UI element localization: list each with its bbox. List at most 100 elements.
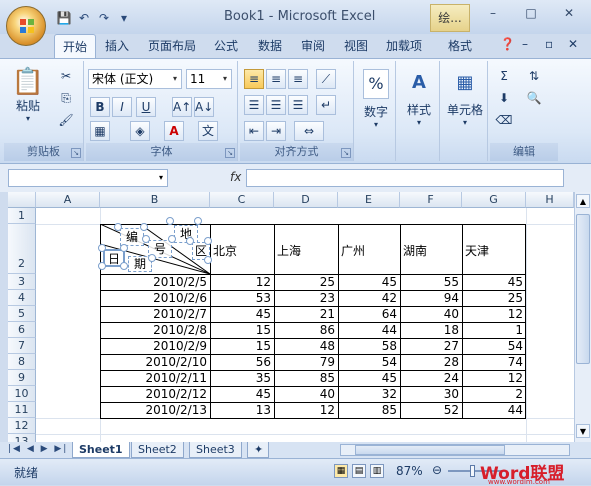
value-cell[interactable]: 35 bbox=[210, 371, 274, 386]
font-launcher-icon[interactable]: ↘ bbox=[225, 148, 235, 158]
formula-input[interactable] bbox=[246, 169, 564, 187]
column-header-e[interactable]: E bbox=[338, 192, 400, 208]
value-cell[interactable]: 1 bbox=[462, 323, 526, 338]
header-city-guangzhou[interactable]: 广州 bbox=[341, 242, 365, 259]
row-header-6[interactable]: 6 bbox=[8, 322, 36, 338]
date-cell[interactable]: 2010/2/8 bbox=[100, 323, 210, 338]
font-name-combo[interactable]: 宋体 (正文) ▾ bbox=[88, 69, 182, 89]
undo-icon[interactable]: ↶ bbox=[76, 10, 92, 26]
sheet-tab-2[interactable]: Sheet2 bbox=[131, 442, 184, 458]
value-cell[interactable]: 79 bbox=[274, 355, 338, 370]
date-cell[interactable]: 2010/2/13 bbox=[100, 403, 210, 418]
page-layout-view-icon[interactable]: ▤ bbox=[352, 464, 366, 478]
shape-handle[interactable] bbox=[168, 235, 176, 243]
normal-view-icon[interactable]: ▦ bbox=[334, 464, 348, 478]
row-header-8[interactable]: 8 bbox=[8, 354, 36, 370]
date-cell[interactable]: 2010/2/11 bbox=[100, 371, 210, 386]
value-cell[interactable]: 45 bbox=[462, 275, 526, 290]
row-header-3[interactable]: 3 bbox=[8, 274, 36, 290]
shape-handle[interactable] bbox=[140, 223, 148, 231]
align-right-icon[interactable]: ☰ bbox=[288, 95, 308, 115]
page-break-view-icon[interactable]: ▥ bbox=[370, 464, 384, 478]
zoom-out-icon[interactable]: ⊖ bbox=[432, 463, 442, 477]
header-city-beijing[interactable]: 北京 bbox=[213, 242, 237, 259]
align-middle-icon[interactable]: ≡ bbox=[266, 69, 286, 89]
row-header-9[interactable]: 9 bbox=[8, 370, 36, 386]
copy-icon[interactable]: ⎘ bbox=[56, 89, 76, 109]
value-cell[interactable]: 53 bbox=[210, 291, 274, 306]
fill-color-icon[interactable]: ◈ bbox=[130, 121, 150, 141]
shape-handle[interactable] bbox=[166, 217, 174, 225]
header-city-hunan[interactable]: 湖南 bbox=[403, 242, 427, 259]
value-cell[interactable]: 45 bbox=[338, 275, 400, 290]
office-button[interactable] bbox=[6, 6, 46, 46]
row-header-5[interactable]: 5 bbox=[8, 306, 36, 322]
value-cell[interactable]: 23 bbox=[274, 291, 338, 306]
save-icon[interactable]: 💾 bbox=[56, 10, 72, 26]
value-cell[interactable]: 30 bbox=[400, 387, 462, 402]
shape-handle[interactable] bbox=[194, 217, 202, 225]
number-button[interactable]: % 数字 ▾ bbox=[358, 69, 394, 129]
value-cell[interactable]: 27 bbox=[400, 339, 462, 354]
value-cell[interactable]: 54 bbox=[338, 355, 400, 370]
value-cell[interactable]: 32 bbox=[338, 387, 400, 402]
shape-handle[interactable] bbox=[148, 254, 156, 262]
shape-handle[interactable] bbox=[98, 244, 106, 252]
decrease-indent-icon[interactable]: ⇤ bbox=[244, 121, 264, 141]
date-cell[interactable]: 2010/2/9 bbox=[100, 339, 210, 354]
merge-center-icon[interactable]: ⇔ bbox=[294, 121, 324, 141]
shape-handle[interactable] bbox=[120, 262, 128, 270]
minimize-button[interactable]: – bbox=[474, 4, 512, 22]
column-header-f[interactable]: F bbox=[400, 192, 462, 208]
zoom-level[interactable]: 87% bbox=[396, 464, 423, 478]
tab-insert[interactable]: 插入 bbox=[105, 37, 129, 54]
sheet-tab-3[interactable]: Sheet3 bbox=[189, 442, 242, 458]
orientation-icon[interactable]: ⟋ bbox=[316, 69, 336, 89]
insert-sheet-icon[interactable]: ✦ bbox=[247, 442, 269, 458]
tab-page-layout[interactable]: 页面布局 bbox=[148, 37, 196, 54]
cut-icon[interactable]: ✂ bbox=[56, 67, 76, 87]
format-painter-icon[interactable]: 🖌 bbox=[56, 111, 76, 131]
sheet-nav-icon[interactable]: |◀ ◀ ▶ ▶| bbox=[8, 444, 68, 454]
insert-function-icon[interactable]: fx bbox=[230, 170, 241, 184]
shrink-font-icon[interactable]: A↓ bbox=[194, 97, 214, 117]
tab-home[interactable]: 开始 bbox=[54, 34, 97, 58]
tab-data[interactable]: 数据 bbox=[258, 37, 282, 54]
date-cell[interactable]: 2010/2/5 bbox=[100, 275, 210, 290]
customize-qat-icon[interactable]: ▾ bbox=[116, 10, 132, 26]
value-cell[interactable]: 64 bbox=[338, 307, 400, 322]
close-button[interactable]: ✕ bbox=[550, 4, 588, 22]
value-cell[interactable]: 86 bbox=[274, 323, 338, 338]
styles-button[interactable]: A 样式 ▾ bbox=[400, 69, 438, 127]
maximize-button[interactable]: □ bbox=[512, 4, 550, 22]
value-cell[interactable]: 44 bbox=[462, 403, 526, 418]
drawing-tools-tab[interactable]: 绘... bbox=[430, 4, 470, 32]
ribbon-close-icon[interactable]: ✕ bbox=[568, 37, 578, 51]
value-cell[interactable]: 18 bbox=[400, 323, 462, 338]
date-cell[interactable]: 2010/2/7 bbox=[100, 307, 210, 322]
increase-indent-icon[interactable]: ⇥ bbox=[266, 121, 286, 141]
alignment-launcher-icon[interactable]: ↘ bbox=[341, 148, 351, 158]
column-header-h[interactable]: H bbox=[526, 192, 574, 208]
worksheet-grid[interactable]: A B C D E F G H 1 2 3 4 5 6 7 8 9 10 11 … bbox=[8, 192, 574, 442]
value-cell[interactable]: 21 bbox=[274, 307, 338, 322]
bold-button[interactable]: B bbox=[90, 97, 110, 117]
redo-icon[interactable]: ↷ bbox=[96, 10, 112, 26]
value-cell[interactable]: 13 bbox=[210, 403, 274, 418]
value-cell[interactable]: 54 bbox=[462, 339, 526, 354]
zoom-slider-thumb[interactable] bbox=[470, 465, 475, 477]
align-center-icon[interactable]: ☰ bbox=[266, 95, 286, 115]
shape-handle[interactable] bbox=[98, 262, 106, 270]
value-cell[interactable]: 12 bbox=[462, 371, 526, 386]
value-cell[interactable]: 94 bbox=[400, 291, 462, 306]
clear-icon[interactable]: ⌫ bbox=[494, 111, 514, 131]
ribbon-minimize-icon[interactable]: – bbox=[522, 37, 528, 51]
help-icon[interactable]: ❓ bbox=[500, 37, 515, 51]
date-cell[interactable]: 2010/2/6 bbox=[100, 291, 210, 306]
value-cell[interactable]: 52 bbox=[400, 403, 462, 418]
row-header-4[interactable]: 4 bbox=[8, 290, 36, 306]
underline-button[interactable]: U bbox=[136, 97, 156, 117]
row-header-11[interactable]: 11 bbox=[8, 402, 36, 418]
row-header-1[interactable]: 1 bbox=[8, 208, 36, 224]
sheet-tab-1[interactable]: Sheet1 bbox=[72, 442, 130, 458]
